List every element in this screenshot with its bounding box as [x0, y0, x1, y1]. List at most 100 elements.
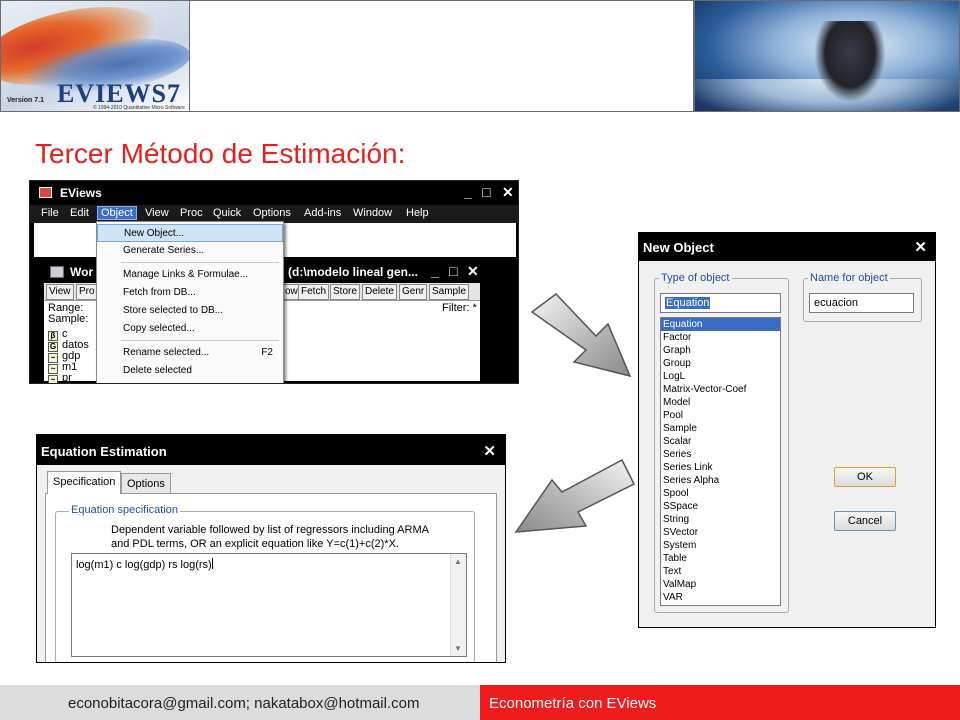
description-line: and PDL terms, OR an explicit equation l… [111, 538, 399, 550]
menu-quick[interactable]: Quick [210, 207, 244, 219]
list-item[interactable]: VAR [661, 591, 780, 604]
new-object-titlebar: New Object ✕ [639, 233, 935, 261]
type-field-value: Equation [665, 297, 711, 309]
menu-item-shortcut: F2 [261, 347, 273, 358]
name-for-object-input[interactable]: ecuacion [809, 293, 914, 313]
object-name: pr [62, 372, 72, 384]
toolbar-proc-button[interactable]: Pro [76, 284, 98, 300]
workfile-minimize-icon[interactable]: _ [431, 263, 439, 279]
tab-options[interactable]: Options [121, 473, 171, 494]
list-item[interactable]: Pool [661, 409, 780, 422]
ok-button[interactable]: OK [834, 467, 896, 487]
menu-addins[interactable]: Add-ins [301, 207, 344, 219]
eviews-main-window: EViews _ □ ✕ File Edit Object View Proc … [29, 180, 519, 384]
list-item[interactable]: String [661, 513, 780, 526]
list-item[interactable]: System [661, 539, 780, 552]
list-item[interactable]: SVector [661, 526, 780, 539]
footer-course: Econometría con EViews [489, 695, 657, 712]
menu-window[interactable]: Window [350, 207, 395, 219]
list-item[interactable]: Equation [661, 318, 780, 331]
list-item[interactable]: Sample [661, 422, 780, 435]
list-item[interactable]: Model [661, 396, 780, 409]
page-title: Tercer Método de Estimación: [35, 138, 406, 169]
header-blank-panel [190, 0, 694, 112]
menu-file[interactable]: File [38, 207, 62, 219]
close-icon[interactable]: ✕ [502, 184, 514, 201]
description-line: Dependent variable followed by list of r… [111, 524, 429, 536]
footer-contact-bar: econobitacora@gmail.com; nakatabox@hotma… [0, 685, 480, 720]
scroll-up-icon[interactable]: ▲ [454, 557, 462, 566]
cancel-button[interactable]: Cancel [834, 511, 896, 531]
menu-separator [121, 340, 279, 341]
toolbar-view-button[interactable]: View [46, 284, 74, 300]
header-art-image [694, 0, 960, 112]
menu-item-delete-selected[interactable]: Delete selected [97, 362, 283, 380]
workfile-maximize-icon[interactable]: □ [449, 263, 457, 279]
workfile-title-left: Wor [70, 265, 94, 279]
footer-course-bar: Econometría con EViews [480, 685, 960, 720]
menu-separator [121, 262, 279, 263]
list-item[interactable]: LogL [661, 370, 780, 383]
list-item[interactable]: Factor [661, 331, 780, 344]
eviews-window-title: EViews [60, 186, 102, 200]
list-item[interactable]: Series [661, 448, 780, 461]
arrow-left-down-icon [514, 458, 636, 533]
list-item[interactable]: Scalar [661, 435, 780, 448]
menu-item-generate-series[interactable]: Generate Series... [97, 242, 283, 260]
menu-view[interactable]: View [142, 207, 172, 219]
minimize-icon[interactable]: _ [464, 184, 472, 200]
menu-edit[interactable]: Edit [67, 207, 92, 219]
eviews-titlebar: EViews _ □ ✕ [30, 181, 518, 205]
filter-label: Filter: * [442, 302, 477, 314]
list-item[interactable]: Series Link [661, 461, 780, 474]
menu-item-label: Manage Links & Formulae... [123, 269, 249, 280]
workfile-icon [50, 266, 64, 278]
toolbar-fetch-button[interactable]: Fetch [298, 284, 330, 300]
scroll-down-icon[interactable]: ▼ [454, 644, 462, 653]
list-item[interactable]: Matrix-Vector-Coef [661, 383, 780, 396]
text-caret [211, 558, 213, 569]
type-of-object-field[interactable]: Equation [660, 293, 781, 313]
menu-options[interactable]: Options [250, 207, 294, 219]
eviews-app-icon [39, 187, 52, 198]
arrow-right-down-icon [530, 293, 632, 378]
close-icon[interactable]: ✕ [914, 238, 927, 256]
new-object-dialog: New Object ✕ Type of object Equation Equ… [638, 232, 936, 628]
menu-item-manage-links[interactable]: Manage Links & Formulae... [97, 266, 283, 284]
list-item[interactable]: Group [661, 357, 780, 370]
menu-item-store-to-db[interactable]: Store selected to DB... [97, 302, 283, 320]
list-item[interactable]: SSpace [661, 500, 780, 513]
toolbar-delete-button[interactable]: Delete [362, 284, 397, 300]
workfile-object-item[interactable]: ~ pr [48, 372, 72, 384]
close-icon[interactable]: ✕ [483, 442, 496, 460]
menu-object[interactable]: Object [97, 206, 137, 220]
list-item[interactable]: Series Alpha [661, 474, 780, 487]
menu-item-label: New Object... [124, 228, 185, 239]
equation-scrollbar[interactable]: ▲ ▼ [450, 554, 466, 656]
type-of-object-label: Type of object [659, 272, 732, 284]
menu-item-copy-selected[interactable]: Copy selected... [97, 320, 283, 338]
menu-help[interactable]: Help [403, 207, 432, 219]
list-item[interactable]: Spool [661, 487, 780, 500]
menu-item-fetch-from-db[interactable]: Fetch from DB... [97, 284, 283, 302]
equation-specification-label: Equation specification [69, 504, 181, 516]
list-item[interactable]: ValMap [661, 578, 780, 591]
list-item[interactable]: Table [661, 552, 780, 565]
tab-specification[interactable]: Specification [47, 471, 122, 494]
list-item[interactable]: Text [661, 565, 780, 578]
equation-specification-input[interactable]: log(m1) c log(gdp) rs log(rs) ▲ ▼ [71, 553, 467, 657]
menu-item-new-object[interactable]: New Object... [97, 224, 283, 242]
list-item[interactable]: Graph [661, 344, 780, 357]
maximize-icon[interactable]: □ [482, 184, 490, 200]
workfile-close-icon[interactable]: ✕ [467, 263, 479, 280]
art-figure [815, 21, 885, 101]
menu-proc[interactable]: Proc [177, 207, 206, 219]
type-of-object-list[interactable]: Equation Factor Graph Group LogL Matrix-… [660, 317, 781, 606]
toolbar-sample-button[interactable]: Sample [429, 284, 469, 300]
menu-item-label: Fetch from DB... [123, 287, 196, 298]
toolbar-genr-button[interactable]: Genr [399, 284, 428, 300]
toolbar-store-button[interactable]: Store [330, 284, 360, 300]
menu-item-rename-selected[interactable]: Rename selected... F2 [97, 344, 283, 362]
equation-estimation-title: Equation Estimation [41, 444, 167, 459]
menu-item-label: Rename selected... [123, 347, 210, 358]
